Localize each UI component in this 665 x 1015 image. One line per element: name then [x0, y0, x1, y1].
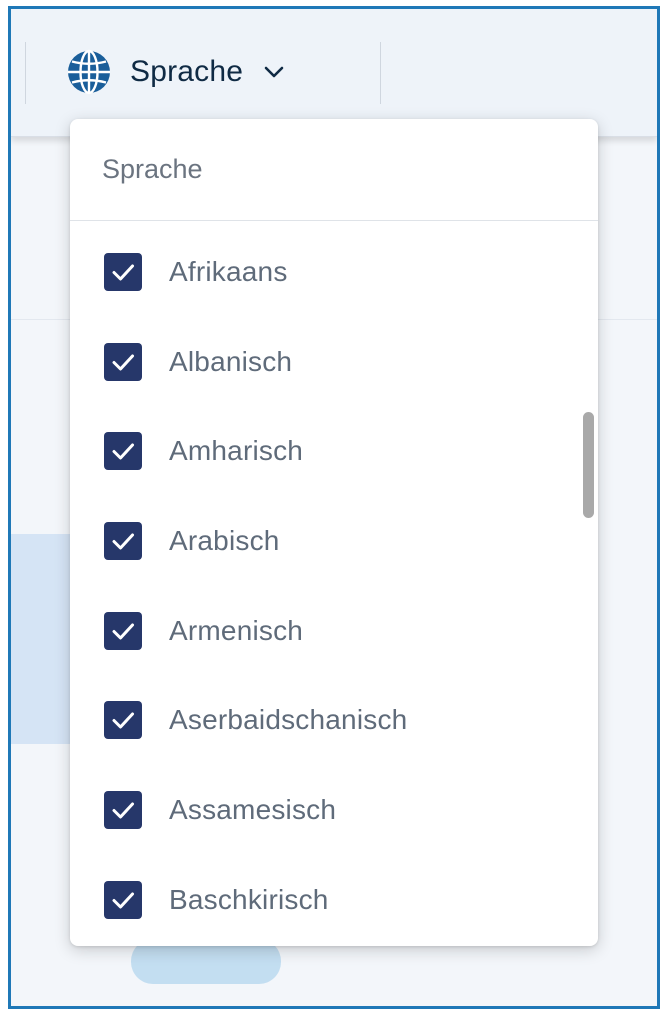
checkbox-checked[interactable]	[104, 432, 142, 471]
checkmark-icon	[112, 354, 134, 371]
language-option-label: Aserbaidschanisch	[169, 704, 408, 736]
checkbox-checked[interactable]	[104, 521, 142, 560]
checkbox-checked[interactable]	[104, 790, 142, 829]
language-option-label: Afrikaans	[169, 255, 288, 287]
dropdown-title: Sprache	[70, 119, 598, 221]
language-option-label: Armenisch	[169, 614, 304, 646]
checkmark-icon	[112, 892, 134, 909]
checkmark-icon	[112, 712, 134, 729]
checkmark-icon	[112, 264, 134, 281]
language-option[interactable]: Afrikaans	[70, 227, 598, 317]
checkbox-checked[interactable]	[104, 611, 142, 650]
globe-icon	[68, 49, 110, 95]
language-option[interactable]: Aserbaidschanisch	[70, 675, 598, 765]
language-option-label: Arabisch	[169, 524, 280, 556]
language-option-label: Baschkirisch	[169, 883, 329, 915]
language-option[interactable]: Armenisch	[70, 586, 598, 676]
language-selector-button[interactable]: Sprache	[66, 47, 287, 97]
checkbox-checked[interactable]	[104, 252, 142, 291]
checkmark-icon	[112, 533, 134, 550]
checkbox-checked[interactable]	[104, 880, 142, 919]
language-option[interactable]: Assamesisch	[70, 765, 598, 855]
language-option[interactable]: Amharisch	[70, 406, 598, 496]
checkbox-checked[interactable]	[104, 342, 142, 381]
language-option-label: Assamesisch	[169, 793, 337, 825]
nav-divider-left	[25, 42, 26, 104]
checkmark-icon	[112, 802, 134, 819]
checkmark-icon	[112, 623, 134, 640]
language-option[interactable]: Baschkirisch	[70, 855, 598, 945]
checkbox-checked[interactable]	[104, 701, 142, 740]
language-option-label: Amharisch	[169, 435, 304, 467]
language-option[interactable]: Arabisch	[70, 496, 598, 586]
language-selector-label: Sprache	[130, 55, 244, 88]
chevron-down-icon	[264, 66, 284, 78]
nav-divider-right	[380, 42, 381, 104]
language-option[interactable]: Albanisch	[70, 317, 598, 407]
language-option-list: Afrikaans Albanisch Amharisch Arabisch Armen…	[70, 227, 598, 945]
language-dropdown-menu: Sprache Afrikaans Albanisch Amharisch Arabi…	[70, 119, 598, 946]
language-option-label: Albanisch	[169, 345, 293, 377]
checkmark-icon	[112, 443, 134, 460]
app-window: Sprache Sprache Afrikaans Albanisch Amhari…	[8, 6, 660, 1009]
dropdown-scrollbar[interactable]	[583, 412, 594, 518]
top-navigation-bar: Sprache	[11, 9, 657, 137]
